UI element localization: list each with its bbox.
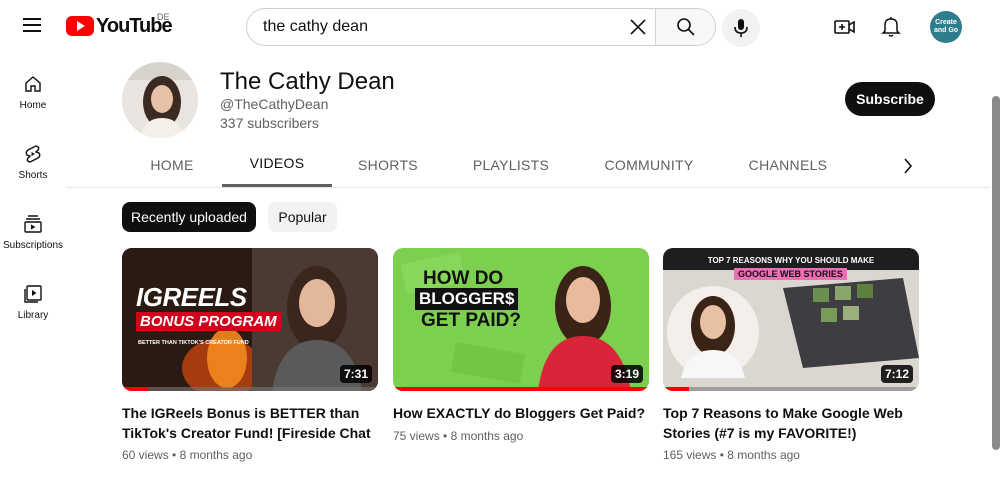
tab-home[interactable]: HOME [126,142,218,187]
upload-age: 8 months ago [450,429,524,443]
upload-age: 8 months ago [179,448,253,462]
menu-icon[interactable] [20,14,44,38]
watch-progress-bar [122,387,148,391]
chevron-right-icon [904,158,913,174]
subscribe-button[interactable]: Subscribe [845,82,935,116]
guide-item-subscriptions[interactable]: Subscriptions [0,196,66,266]
thumbnail-caption: BONUS PROGRAM [136,312,281,331]
channel-handle: @TheCathyDean [220,96,329,112]
tab-community[interactable]: COMMUNITY [588,142,710,187]
view-count: 60 views [122,448,169,462]
page-scrollbar[interactable] [992,96,1000,450]
guide-item-shorts[interactable]: Shorts [0,126,66,196]
guide-item-home[interactable]: Home [0,56,66,126]
guide-item-library[interactable]: Library [0,266,66,336]
subscriber-count: 337 subscribers [220,115,319,131]
search-input[interactable] [247,9,621,45]
search-button[interactable] [655,9,715,45]
video-duration: 3:19 [610,365,643,383]
video-meta: 75 views • 8 months ago [393,429,524,443]
channel-tabs: HOME VIDEOS SHORTS PLAYLISTS COMMUNITY C… [66,142,990,188]
thumbnail-caption: HOW DO [423,268,504,289]
play-logo-icon [66,16,94,36]
tab-shorts[interactable]: SHORTS [338,142,438,187]
masthead: YouTube DE Create and Go [0,0,1000,54]
video-title[interactable]: The IGReels Bonus is BETTER than TikTok'… [122,403,378,443]
progress-track [663,387,919,391]
channel-name: The Cathy Dean [220,68,395,95]
thumbnail-caption: IGREELS [136,282,247,312]
library-icon [24,285,42,303]
microphone-icon [734,19,748,37]
bell-icon [881,17,901,37]
chip-popular[interactable]: Popular [268,202,337,232]
video-thumbnail[interactable]: TOP 7 REASONS WHY YOU SHOULD MAKE GOOGLE… [663,248,919,391]
create-video-icon [834,20,855,34]
channel-avatar [122,62,198,138]
guide-label: Shorts [18,170,48,181]
upload-age: 8 months ago [727,448,800,462]
thumbnail-caption: GET PAID? [421,310,521,331]
clear-search-button[interactable] [621,9,655,45]
progress-track [122,387,378,391]
video-thumbnail[interactable]: HOW DO BLOGGER$ GET PAID? 3:19 [393,248,649,391]
tab-videos[interactable]: VIDEOS [222,142,332,187]
video-meta: 60 views • 8 months ago [122,448,253,462]
tab-channels[interactable]: CHANNELS [732,142,844,187]
close-icon [630,19,646,35]
home-icon [25,76,41,92]
video-title[interactable]: Top 7 Reasons to Make Google Web Stories… [663,403,919,443]
thumbnail-caption: TOP 7 REASONS WHY YOU SHOULD MAKE [707,256,875,265]
search-icon [676,18,695,36]
youtube-logo[interactable]: YouTube DE [66,12,173,38]
notifications-button[interactable] [879,14,903,38]
thumbnail-caption: BETTER THAN TIKTOK'S CREATOR FUND [138,340,249,346]
voice-search-button[interactable] [722,9,760,47]
shorts-icon [25,145,41,163]
tab-playlists[interactable]: PLAYLISTS [450,142,572,187]
country-code: DE [157,12,170,22]
video-title[interactable]: How EXACTLY do Bloggers Get Paid? [393,403,649,423]
guide-label: Library [17,310,49,321]
watch-progress-bar [663,387,689,391]
account-avatar[interactable]: Create and Go [930,11,962,43]
subscriptions-icon [24,215,42,233]
watch-progress-bar [393,387,649,391]
tabs-next-button[interactable] [896,154,920,178]
video-thumbnail[interactable]: IGREELS BONUS PROGRAM BETTER THAN TIKTOK… [122,248,378,391]
view-count: 165 views [663,448,717,462]
video-duration: 7:12 [880,365,913,383]
create-button[interactable] [833,15,857,39]
video-meta: 165 views • 8 months ago [663,448,800,462]
guide-label: Subscriptions [2,240,64,251]
chip-recently-uploaded[interactable]: Recently uploaded [122,202,256,232]
thumbnail-caption: GOOGLE WEB STORIES [734,268,847,280]
guide-label: Home [19,100,47,111]
video-duration: 7:31 [339,365,372,383]
view-count: 75 views [393,429,440,443]
thumbnail-caption: BLOGGER$ [415,288,519,310]
search-box [246,8,716,46]
